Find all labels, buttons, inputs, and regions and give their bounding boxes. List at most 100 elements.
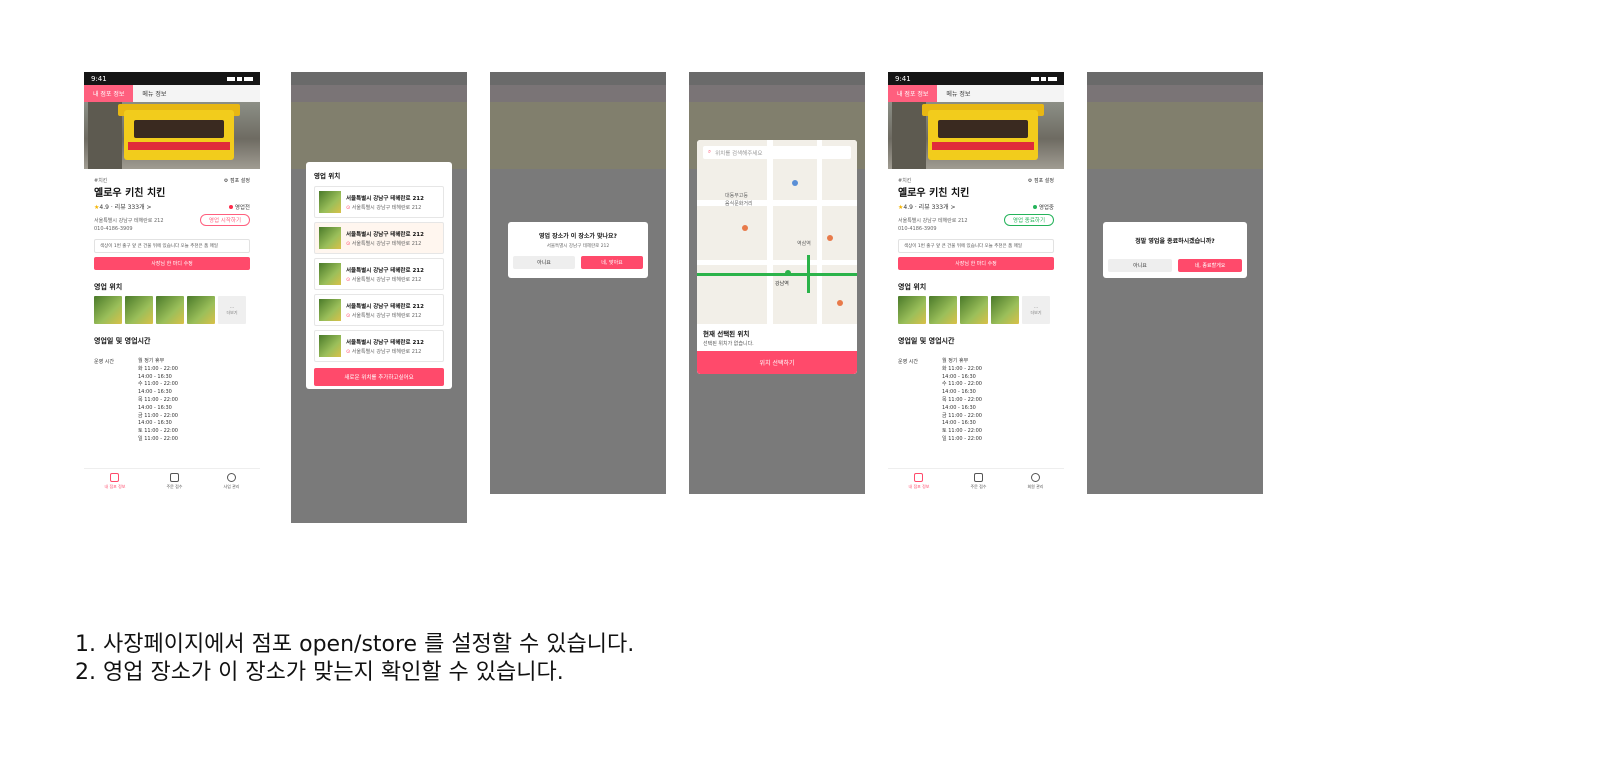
user-icon bbox=[226, 473, 236, 482]
location-photo bbox=[319, 227, 341, 249]
confirm-button[interactable]: 네, 맞아요 bbox=[581, 256, 643, 269]
location-thumb[interactable] bbox=[187, 296, 215, 324]
status-time: 9:41 bbox=[91, 74, 107, 83]
location-item[interactable]: 서울특별시 강남구 테헤란로 212 ⊙ 서울특별시 강남구 테헤란로 212 bbox=[314, 294, 444, 326]
location-address: 서울특별시 강남구 테헤란로 212 bbox=[351, 312, 422, 319]
status-dot-icon bbox=[228, 205, 233, 209]
cancel-button[interactable]: 아니요 bbox=[1108, 259, 1172, 272]
store-rating: 4.9 bbox=[99, 204, 109, 211]
store-settings-button[interactable]: ⚙ 점포 설정 bbox=[1028, 177, 1054, 184]
location-address: 서울특별시 강남구 테헤란로 212 bbox=[351, 348, 422, 355]
location-photo bbox=[319, 335, 341, 357]
home-icon bbox=[914, 473, 924, 482]
home-icon bbox=[110, 473, 120, 482]
dialog-question: 영업 장소가 이 장소가 맞나요? bbox=[538, 233, 618, 240]
hours-label: 운영 시간 bbox=[898, 359, 918, 365]
store-photo bbox=[888, 102, 1064, 169]
map-poi bbox=[742, 225, 748, 231]
hours-line: 토 11:00 - 22:00 bbox=[942, 428, 982, 435]
location-thumb[interactable] bbox=[898, 296, 926, 324]
hours-line: 14:00 - 16:30 bbox=[942, 420, 976, 427]
location-name: 서울특별시 강남구 테헤란로 212 bbox=[346, 303, 424, 310]
location-thumb[interactable] bbox=[960, 296, 988, 324]
map-view[interactable]: 대동부고등 음식문화거리 역삼역 강남역 ⌕ 위치를 검색해주세요 bbox=[697, 140, 857, 324]
owner-notice: 색상이 1번 출구 앞 큰 건물 뒤에 있습니다 오늘 추천은 품 매일 bbox=[898, 239, 1054, 253]
location-item[interactable]: 서울특별시 강남구 테헤란로 212 ⊙ 서울특별시 강남구 테헤란로 212 bbox=[314, 186, 444, 218]
hours-line: 목 11:00 - 22:00 bbox=[138, 396, 178, 403]
nav-home-label: 내 점포 정보 bbox=[104, 484, 126, 489]
end-business-button[interactable]: 영업 종료하기 bbox=[1003, 214, 1054, 226]
hours-line: 금 11:00 - 22:00 bbox=[138, 412, 178, 419]
hours-line: 월 정기 휴무 bbox=[942, 358, 969, 364]
select-location-button[interactable]: 위치 선택하기 bbox=[697, 351, 857, 374]
map-search-input[interactable]: ⌕ 위치를 검색해주세요 bbox=[703, 146, 851, 159]
hours-line: 수 11:00 - 22:00 bbox=[942, 381, 982, 388]
location-thumb[interactable] bbox=[125, 296, 153, 324]
location-thumb[interactable] bbox=[929, 296, 957, 324]
store-name: 옐로우 키친 치킨 bbox=[898, 188, 970, 199]
store-settings-button[interactable]: ⚙ 점포 설정 bbox=[224, 177, 250, 184]
dim-overlay bbox=[490, 72, 666, 494]
screen-store-info-open: 9:41 내 점포 정보 메뉴 정보 #치킨 ⚙ 점포 설정 옐로우 키친 치킨… bbox=[888, 72, 1064, 494]
cancel-button[interactable]: 아니요 bbox=[513, 256, 575, 269]
hours-label: 운영 시간 bbox=[94, 359, 114, 365]
nav-store[interactable]: 주문 접수 bbox=[970, 473, 986, 490]
nav-my[interactable]: 회원 관리 bbox=[1027, 473, 1043, 490]
store-icon bbox=[169, 473, 179, 482]
review-link[interactable]: 리뷰 333개 > bbox=[115, 204, 152, 211]
review-link[interactable]: 리뷰 333개 > bbox=[919, 204, 956, 211]
location-name: 서울특별시 강남구 테헤란로 212 bbox=[346, 339, 424, 346]
nav-home-label: 내 점포 정보 bbox=[908, 484, 930, 489]
add-location-button[interactable]: 새로운 위치를 추가하고싶어요 bbox=[314, 368, 444, 386]
tab-menu-info[interactable]: 메뉴 정보 bbox=[133, 85, 175, 102]
hours-line: 14:00 - 16:30 bbox=[942, 404, 976, 411]
store-address: 서울특별시 강남구 테헤란로 212 bbox=[898, 217, 968, 224]
tab-bar: 내 점포 정보 메뉴 정보 bbox=[84, 85, 260, 102]
store-name: 옐로우 키친 치킨 bbox=[94, 188, 166, 199]
current-location-title: 현재 선택된 위치 bbox=[703, 330, 750, 338]
location-thumb[interactable] bbox=[94, 296, 122, 324]
nav-home[interactable]: 내 점포 정보 bbox=[908, 473, 930, 490]
edit-notice-button[interactable]: 사장님 한 마디 수정 bbox=[898, 257, 1054, 270]
bottom-nav: 내 점포 정보 주문 접수 사업 관리 bbox=[84, 468, 260, 494]
status-bar: 9:41 bbox=[888, 72, 1064, 85]
status-bar: 9:41 bbox=[84, 72, 260, 85]
tab-menu-info[interactable]: 메뉴 정보 bbox=[937, 85, 979, 102]
location-thumb[interactable] bbox=[991, 296, 1019, 324]
modal-title: 영업 위치 bbox=[314, 172, 341, 180]
user-icon bbox=[1030, 473, 1040, 482]
nav-home[interactable]: 내 점포 정보 bbox=[104, 473, 126, 490]
tab-store-info[interactable]: 내 점포 정보 bbox=[888, 85, 938, 102]
edit-notice-button[interactable]: 사장님 한 마디 수정 bbox=[94, 257, 250, 270]
status-dot-icon bbox=[1032, 205, 1037, 209]
tab-store-info[interactable]: 내 점포 정보 bbox=[84, 85, 134, 102]
current-location-value: 선택된 위치가 없습니다. bbox=[703, 341, 754, 347]
location-address: 서울특별시 강남구 테헤란로 212 bbox=[351, 204, 422, 211]
nav-store[interactable]: 주문 접수 bbox=[166, 473, 182, 490]
map-poi bbox=[837, 300, 843, 306]
location-item[interactable]: 서울특별시 강남구 테헤란로 212 ⊙ 서울특별시 강남구 테헤란로 212 bbox=[314, 330, 444, 362]
hours-title: 영업일 및 영업시간 bbox=[898, 337, 955, 345]
screen-confirm-place: 영업 장소가 이 장소가 맞나요? 서울특별시 강남구 테헤란로 212 아니요… bbox=[490, 72, 666, 494]
location-address: 서울특별시 강남구 테헤란로 212 bbox=[351, 276, 422, 283]
location-item[interactable]: 서울특별시 강남구 테헤란로 212 ⊙ 서울특별시 강남구 테헤란로 212 bbox=[314, 222, 444, 254]
more-locations-button[interactable]: ··· 더보기 bbox=[1022, 296, 1050, 324]
location-title: 영업 위치 bbox=[94, 283, 123, 291]
location-thumb[interactable] bbox=[156, 296, 184, 324]
nav-store-label: 주문 접수 bbox=[166, 484, 183, 489]
dim-overlay bbox=[1087, 72, 1263, 494]
confirm-end-button[interactable]: 네, 종료할게요 bbox=[1178, 259, 1242, 272]
more-label: 더보기 bbox=[226, 309, 238, 315]
start-business-button[interactable]: 영업 시작하기 bbox=[199, 214, 250, 226]
store-phone: 010-4186-3909 bbox=[94, 226, 133, 232]
nav-my[interactable]: 사업 관리 bbox=[223, 473, 239, 490]
location-name: 서울특별시 강남구 테헤란로 212 bbox=[346, 231, 424, 238]
map-label: 음식문화거리 bbox=[725, 201, 753, 207]
hours-line: 일 11:00 - 22:00 bbox=[138, 435, 178, 442]
map-poi bbox=[792, 180, 798, 186]
signal-icons bbox=[1031, 76, 1057, 81]
settings-label: 점포 설정 bbox=[230, 178, 250, 184]
location-item[interactable]: 서울특별시 강남구 테헤란로 212 ⊙ 서울특별시 강남구 테헤란로 212 bbox=[314, 258, 444, 290]
location-photo bbox=[319, 263, 341, 285]
more-locations-button[interactable]: ··· 더보기 bbox=[218, 296, 246, 324]
